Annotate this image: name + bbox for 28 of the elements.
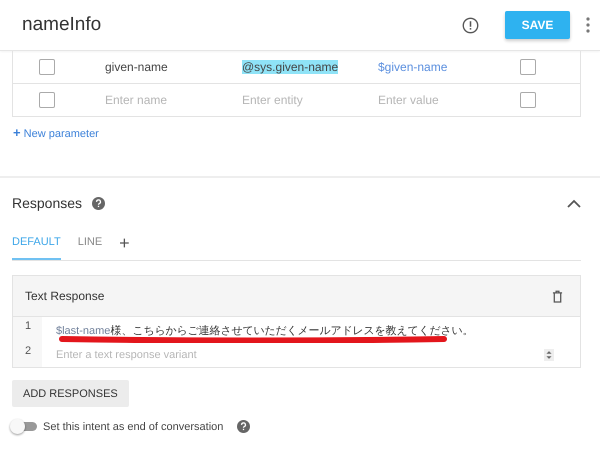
name-field[interactable]: Enter name [105, 93, 242, 107]
spinner-icon[interactable] [544, 348, 554, 360]
toggle-label: Set this intent as end of conversation [43, 420, 224, 432]
add-tab-button[interactable]: + [119, 232, 130, 254]
parameter-name[interactable]: given-name [105, 60, 242, 74]
alert-icon[interactable] [462, 16, 479, 34]
entity-field[interactable]: Enter entity [242, 93, 378, 107]
new-parameter-link[interactable]: + New parameter [13, 125, 99, 140]
required-checkbox[interactable] [39, 59, 55, 75]
help-icon[interactable] [237, 420, 250, 433]
add-responses-button[interactable]: ADD RESPONSES [12, 380, 129, 407]
entity-name[interactable]: @sys.given-name [242, 60, 338, 74]
toggle-switch[interactable] [12, 422, 37, 431]
line-number: 1 [13, 317, 42, 342]
tab[interactable]: LINE [78, 226, 102, 260]
intent-title: nameInfo [22, 14, 102, 36]
card-title: Text Response [25, 289, 104, 303]
trash-icon[interactable] [552, 290, 563, 302]
required-checkbox[interactable] [39, 92, 55, 108]
more-icon[interactable] [586, 17, 590, 33]
line-number: 2 [13, 342, 42, 367]
list-checkbox[interactable] [520, 59, 536, 75]
response-text[interactable]: $last-name様、こちらからご連絡させていただくメールアドレスを教えてください。 [56, 324, 474, 336]
help-icon[interactable] [92, 196, 106, 210]
section-title: Responses [12, 195, 82, 211]
list-checkbox[interactable] [520, 92, 536, 108]
chevron-icon[interactable] [567, 198, 581, 208]
value-field[interactable]: Enter value [378, 93, 498, 107]
